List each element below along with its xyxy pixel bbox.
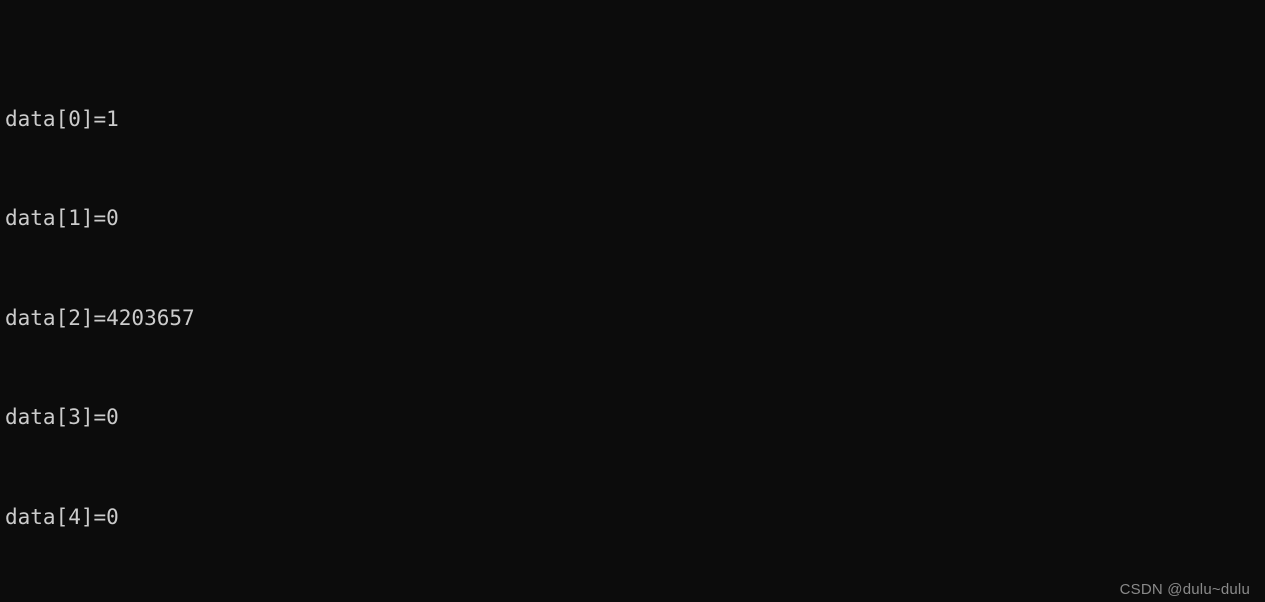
- output-line: data[0]=1: [5, 106, 119, 131]
- output-line: data[4]=0: [5, 504, 119, 529]
- console-window[interactable]: data[0]=1 data[1]=0 data[2]=4203657 data…: [0, 0, 1265, 602]
- output-line: data[3]=0: [5, 405, 119, 430]
- console-output-area: data[0]=1 data[1]=0 data[2]=4203657 data…: [5, 3, 1265, 602]
- output-line: data[1]=0: [5, 206, 119, 231]
- csdn-watermark: CSDN @dulu~dulu: [1119, 581, 1250, 598]
- output-line: data[2]=4203657: [5, 305, 195, 330]
